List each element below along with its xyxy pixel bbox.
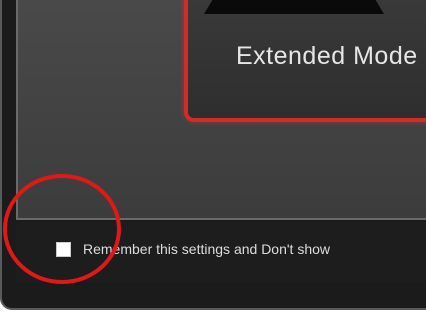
annotation-circle	[3, 174, 121, 284]
remember-checkbox-label[interactable]: Remember this settings and Don't show	[83, 241, 330, 257]
display-icon	[204, 0, 384, 14]
extended-mode-option[interactable]: Extended Mode	[184, 0, 426, 122]
extended-mode-label: Extended Mode	[236, 42, 418, 70]
